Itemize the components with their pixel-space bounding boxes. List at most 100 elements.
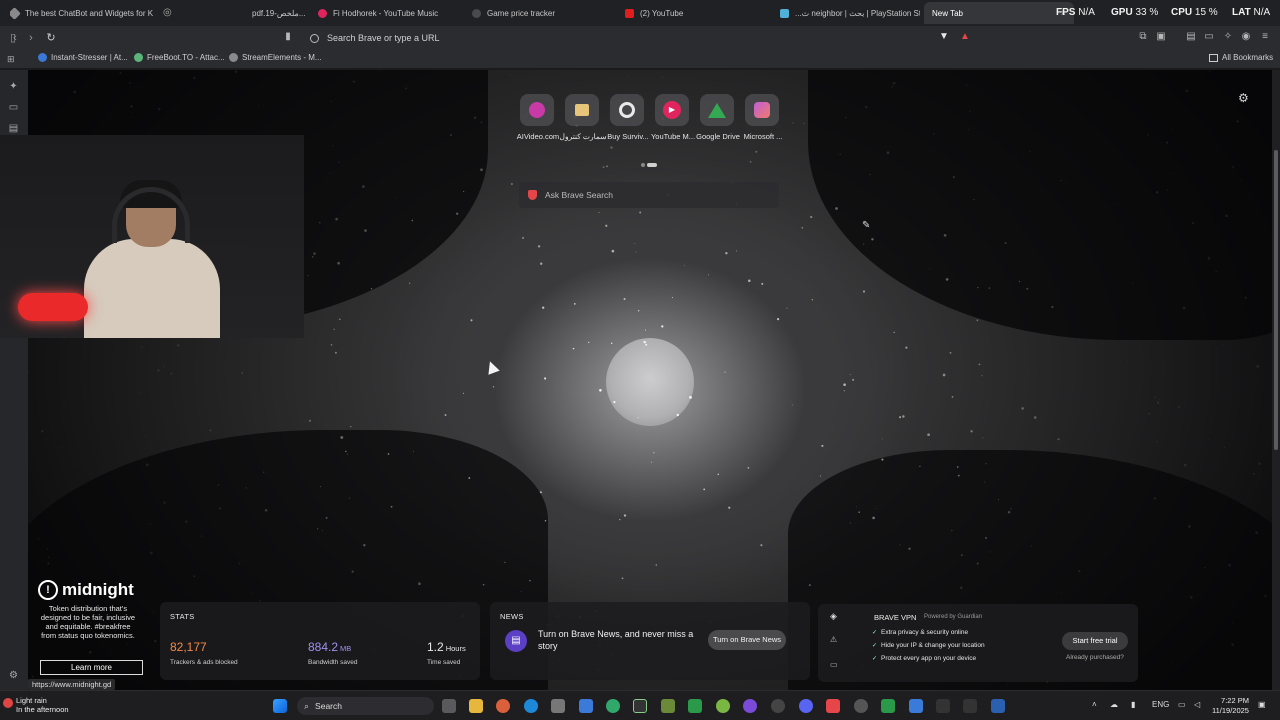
app-icon[interactable]	[496, 699, 510, 713]
chevron-up-icon[interactable]: ˄	[1092, 700, 1097, 709]
star	[41, 430, 44, 433]
pager-dot-active[interactable]	[647, 163, 657, 167]
tab-youtube[interactable]: (2) YouTube	[625, 4, 745, 22]
onedrive-icon[interactable]: ☁	[1110, 700, 1118, 709]
star	[1007, 684, 1008, 686]
back-icon[interactable]: ‹	[8, 31, 22, 45]
top-sites-pager[interactable]	[641, 154, 659, 172]
tab-chatbot[interactable]: The best ChatBot and Widgets for K	[10, 4, 160, 22]
star	[942, 373, 946, 377]
terminal-icon[interactable]	[936, 699, 950, 713]
sidebar-icon[interactable]: ▤	[1185, 31, 1197, 43]
wallet-icon[interactable]: ▭	[1203, 31, 1215, 43]
leo-sidebar-icon[interactable]: ✦	[7, 80, 20, 93]
app-icon[interactable]	[716, 699, 730, 713]
settings-icon[interactable]	[854, 699, 868, 713]
tab-new-tab[interactable]: New Tab ×	[924, 2, 1074, 24]
learn-more-button[interactable]: Learn more	[40, 660, 143, 675]
app-icon[interactable]	[963, 699, 977, 713]
store-icon[interactable]	[551, 699, 565, 713]
top-site-buy-surviv[interactable]: Buy Surviv...	[607, 94, 649, 141]
windows-start-icon[interactable]	[273, 699, 287, 713]
excel-icon[interactable]	[881, 699, 895, 713]
star	[747, 467, 750, 469]
tab-game-price[interactable]: Game price tracker	[472, 4, 592, 22]
star	[482, 583, 485, 586]
bookmark-freeboot[interactable]: FreeBoot.TO - Attac...	[134, 53, 225, 62]
microphone	[18, 293, 88, 321]
ask-brave-search-input[interactable]: Ask Brave Search	[519, 182, 779, 208]
minecraft-icon[interactable]	[661, 699, 675, 713]
pager-dot[interactable]	[641, 163, 645, 167]
volume-icon[interactable]: ◁	[1194, 700, 1200, 709]
notification-icon[interactable]: ▣	[1258, 700, 1266, 709]
tab-youtube-music[interactable]: Fi Hodhorek - YouTube Music	[318, 4, 458, 22]
tab-pdf[interactable]: pdf.ملخص-19...	[252, 4, 308, 22]
scrollbar[interactable]	[1272, 70, 1280, 690]
star	[724, 371, 726, 373]
tab-playstation[interactable]: ...ث neighbor | بحث | PlayStation Store	[780, 4, 920, 22]
top-site-google-drive[interactable]: Google Drive	[696, 94, 740, 141]
top-site-youtube-music[interactable]: ▶ YouTube M...	[651, 94, 695, 141]
star	[1153, 497, 1157, 500]
star	[967, 128, 970, 131]
app-icon[interactable]	[606, 699, 620, 713]
star	[333, 328, 335, 331]
customize-gear-icon[interactable]: ⚙	[1238, 91, 1249, 105]
forward-icon[interactable]: ›	[24, 31, 38, 45]
taskbar-search[interactable]: ⌕ Search	[297, 697, 434, 715]
star	[749, 161, 752, 163]
star	[969, 110, 971, 113]
star	[810, 215, 813, 219]
star	[1166, 189, 1168, 191]
bookmark-icon[interactable]: ▮	[282, 31, 294, 43]
address-bar[interactable]: Search Brave or type a URL	[302, 29, 982, 47]
bookmark-streamelements[interactable]: StreamElements - M...	[229, 53, 322, 62]
extension-icon[interactable]: ⧉	[1137, 31, 1149, 43]
top-site-aivideo[interactable]: AIVideo.com	[517, 94, 559, 141]
reload-icon[interactable]: ↻	[44, 31, 58, 45]
settings-icon[interactable]: ⚙	[7, 669, 20, 682]
vscode-icon[interactable]	[909, 699, 923, 713]
pycharm-icon[interactable]	[633, 699, 647, 713]
scrollbar-thumb[interactable]	[1274, 150, 1278, 450]
brave-shields-icon[interactable]: ▼	[938, 31, 950, 43]
reading-list-icon[interactable]: ▤	[7, 122, 20, 135]
network-icon[interactable]: ▭	[1178, 700, 1186, 709]
edge-icon[interactable]	[524, 699, 538, 713]
app-icon[interactable]	[991, 699, 1005, 713]
bookmark-instant-stresser[interactable]: Instant-Stresser | At...	[38, 53, 128, 62]
star	[390, 505, 393, 508]
language-indicator[interactable]: ENG	[1152, 700, 1169, 709]
wallet-sidebar-icon[interactable]: ▭	[7, 101, 20, 114]
star	[462, 190, 465, 193]
leo-icon[interactable]: ✧	[1222, 31, 1234, 43]
already-purchased-link[interactable]: Already purchased?	[1066, 654, 1124, 661]
star	[976, 562, 979, 565]
brave-icon[interactable]	[826, 699, 840, 713]
brave-rewards-icon[interactable]: ▲	[959, 31, 971, 43]
obs-icon[interactable]	[743, 699, 757, 713]
clock[interactable]: 7:22 PM 11/19/2025	[1212, 696, 1249, 716]
apps-grid-icon[interactable]: ⊞	[7, 54, 15, 65]
star	[843, 390, 845, 392]
app-icon[interactable]	[771, 699, 785, 713]
top-site-smart-control[interactable]: سمارت كنترول	[560, 94, 606, 141]
file-explorer-icon[interactable]	[469, 699, 483, 713]
vpn-icon[interactable]: ◉	[1240, 31, 1252, 43]
task-view-icon[interactable]	[442, 699, 456, 713]
discord-icon[interactable]	[799, 699, 813, 713]
screenshot-icon[interactable]: ▣	[1155, 31, 1167, 43]
mic-icon[interactable]: ▮	[1131, 700, 1135, 709]
turn-on-brave-news-button[interactable]: Turn on Brave News	[708, 630, 786, 650]
outlook-icon[interactable]	[579, 699, 593, 713]
star	[803, 122, 806, 125]
start-free-trial-button[interactable]: Start free trial	[1062, 632, 1128, 650]
play-icon[interactable]	[688, 699, 702, 713]
all-bookmarks-button[interactable]: All Bookmarks	[1209, 53, 1273, 62]
weather-widget[interactable]: Light rain In the afternoon	[3, 696, 69, 714]
edit-icon[interactable]: ✎	[862, 220, 870, 231]
star	[130, 111, 132, 113]
menu-icon[interactable]: ≡	[1259, 31, 1271, 43]
top-site-microsoft[interactable]: Microsoft ...	[743, 94, 782, 141]
